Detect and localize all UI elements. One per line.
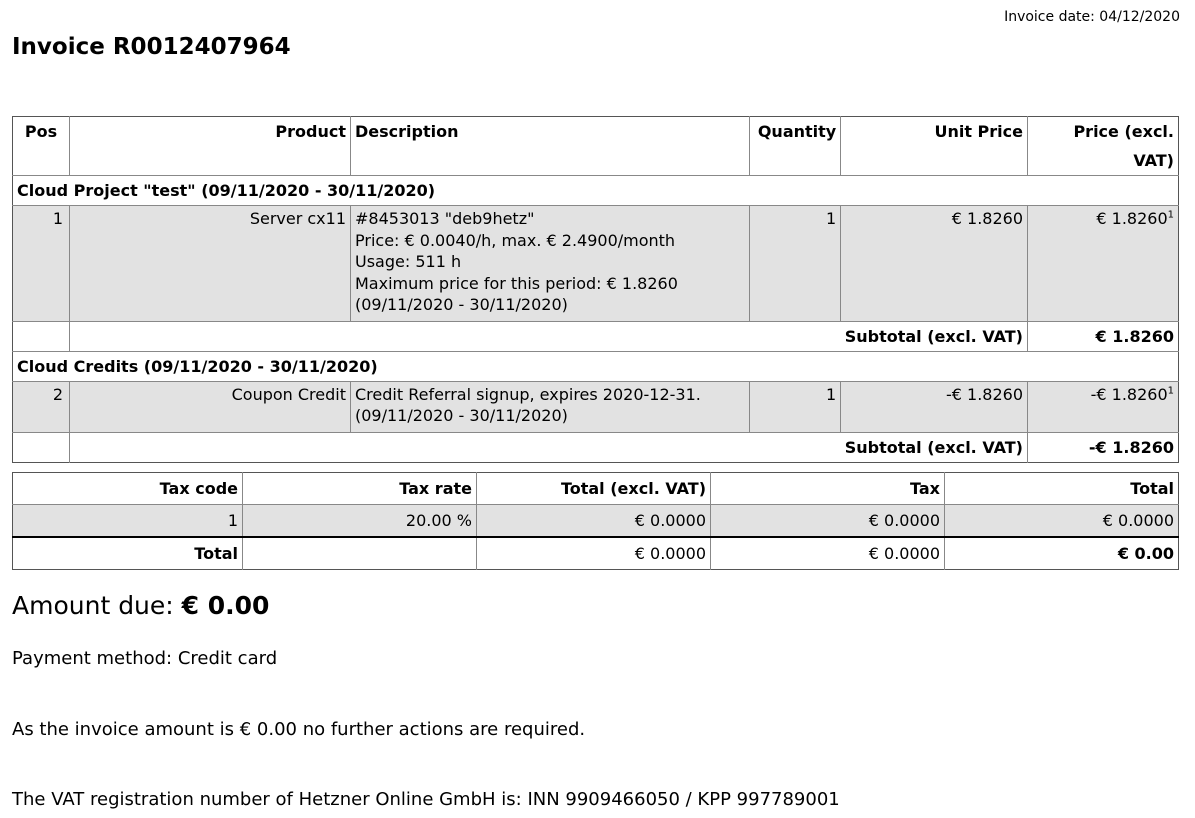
- grand-total-value: € 0.00: [944, 536, 1179, 570]
- tax-total-row: Total € 0.0000 € 0.0000 € 0.00: [12, 536, 1179, 570]
- subtotal-row: Subtotal (excl. VAT) € 1.8260: [12, 320, 1179, 351]
- tax-header-row: Tax code Tax rate Total (excl. VAT) Tax …: [12, 472, 1179, 505]
- item-description: Credit Referral signup, expires 2020-12-…: [350, 380, 751, 432]
- header-description: Description: [350, 116, 751, 176]
- description-line: #8453013 "deb9hetz": [355, 209, 535, 228]
- description-line: Maximum price for this period: € 1.8260: [355, 273, 678, 293]
- header-quantity: Quantity: [749, 116, 842, 176]
- price-footnote: 1: [1167, 385, 1174, 397]
- price-footnote: 1: [1167, 209, 1174, 221]
- group-heading: Cloud Credits (09/11/2020 - 30/11/2020): [12, 350, 1179, 381]
- amount-due-value: € 0.00: [181, 591, 270, 620]
- header-tax-rate: Tax rate: [242, 472, 477, 505]
- total-excl-value: € 0.0000: [476, 536, 711, 570]
- header-total-excl: Total (excl. VAT): [476, 472, 711, 505]
- group-heading-row: Cloud Credits (09/11/2020 - 30/11/2020): [12, 350, 1179, 381]
- item-quantity: 1: [749, 380, 842, 432]
- group-heading: Cloud Project "test" (09/11/2020 - 30/11…: [12, 175, 1179, 206]
- item-price: € 1.82601: [1027, 205, 1179, 321]
- page-title: Invoice R0012407964: [12, 34, 291, 60]
- header-tax: Tax: [710, 472, 945, 505]
- description-line: (09/11/2020 - 30/11/2020): [355, 406, 568, 425]
- header-total: Total: [1130, 479, 1174, 498]
- item-pos: 2: [12, 380, 70, 432]
- tax-total: € 0.0000: [944, 504, 1179, 537]
- subtotal-label: Subtotal (excl. VAT): [840, 320, 1028, 351]
- description-line: Credit Referral signup, expires 2020-12-…: [355, 384, 701, 404]
- subtotal-value: € 1.8260: [1027, 320, 1179, 351]
- subtotal-row: Subtotal (excl. VAT) -€ 1.8260: [12, 431, 1179, 462]
- subtotal-label: Subtotal (excl. VAT): [840, 431, 1028, 462]
- group-heading-row: Cloud Project "test" (09/11/2020 - 30/11…: [12, 175, 1179, 206]
- total-label: Total: [12, 536, 243, 570]
- tax-amount: € 0.0000: [710, 504, 945, 537]
- amount-due-label: Amount due:: [12, 591, 174, 620]
- invoice-line-items-table: Pos Product Description Quantity Unit Pr…: [12, 116, 1179, 463]
- item-unit-price: € 1.8260: [840, 205, 1028, 321]
- item-price: -€ 1.82601: [1027, 380, 1179, 432]
- subtotal-value: -€ 1.8260: [1027, 431, 1179, 462]
- tax-code: 1: [12, 504, 243, 537]
- item-price-value: € 1.8260: [1096, 209, 1168, 228]
- header-pos: Pos: [12, 116, 70, 176]
- item-price-value: -€ 1.8260: [1090, 384, 1168, 404]
- header-product: Product: [69, 116, 351, 176]
- payment-method: Payment method: Credit card: [12, 648, 278, 669]
- item-quantity: 1: [749, 205, 842, 321]
- description-line: (09/11/2020 - 30/11/2020): [355, 295, 568, 314]
- header-unit-price: Unit Price: [840, 116, 1028, 176]
- header-price: Price (excl. VAT): [1073, 122, 1174, 170]
- table-header-row: Pos Product Description Quantity Unit Pr…: [12, 116, 1179, 176]
- tax-summary-table: Tax code Tax rate Total (excl. VAT) Tax …: [12, 472, 1179, 570]
- tax-rate: 20.00 %: [242, 504, 477, 537]
- item-description: #8453013 "deb9hetz" Price: € 0.0040/h, m…: [350, 205, 751, 321]
- table-row: 1 Server cx11 #8453013 "deb9hetz" Price:…: [12, 205, 1179, 321]
- amount-due: Amount due: € 0.00: [12, 591, 269, 620]
- item-product: Coupon Credit: [69, 380, 351, 432]
- tax-total-excl: € 0.0000: [476, 504, 711, 537]
- header-tax-code: Tax code: [12, 472, 243, 505]
- table-row: 2 Coupon Credit Credit Referral signup, …: [12, 380, 1179, 432]
- item-product: Server cx11: [69, 205, 351, 321]
- item-unit-price: -€ 1.8260: [840, 380, 1028, 432]
- payment-note: As the invoice amount is € 0.00 no furth…: [12, 719, 586, 740]
- invoice-date: Invoice date: 04/12/2020: [1004, 9, 1180, 25]
- description-line: Price: € 0.0040/h, max. € 2.4900/month: [355, 230, 676, 250]
- table-row: 1 20.00 % € 0.0000 € 0.0000 € 0.0000: [12, 504, 1179, 537]
- description-line: Usage: 511 h: [355, 252, 462, 271]
- vat-registration-note: The VAT registration number of Hetzner O…: [12, 789, 840, 810]
- item-pos: 1: [12, 205, 70, 321]
- total-tax-value: € 0.0000: [710, 536, 945, 570]
